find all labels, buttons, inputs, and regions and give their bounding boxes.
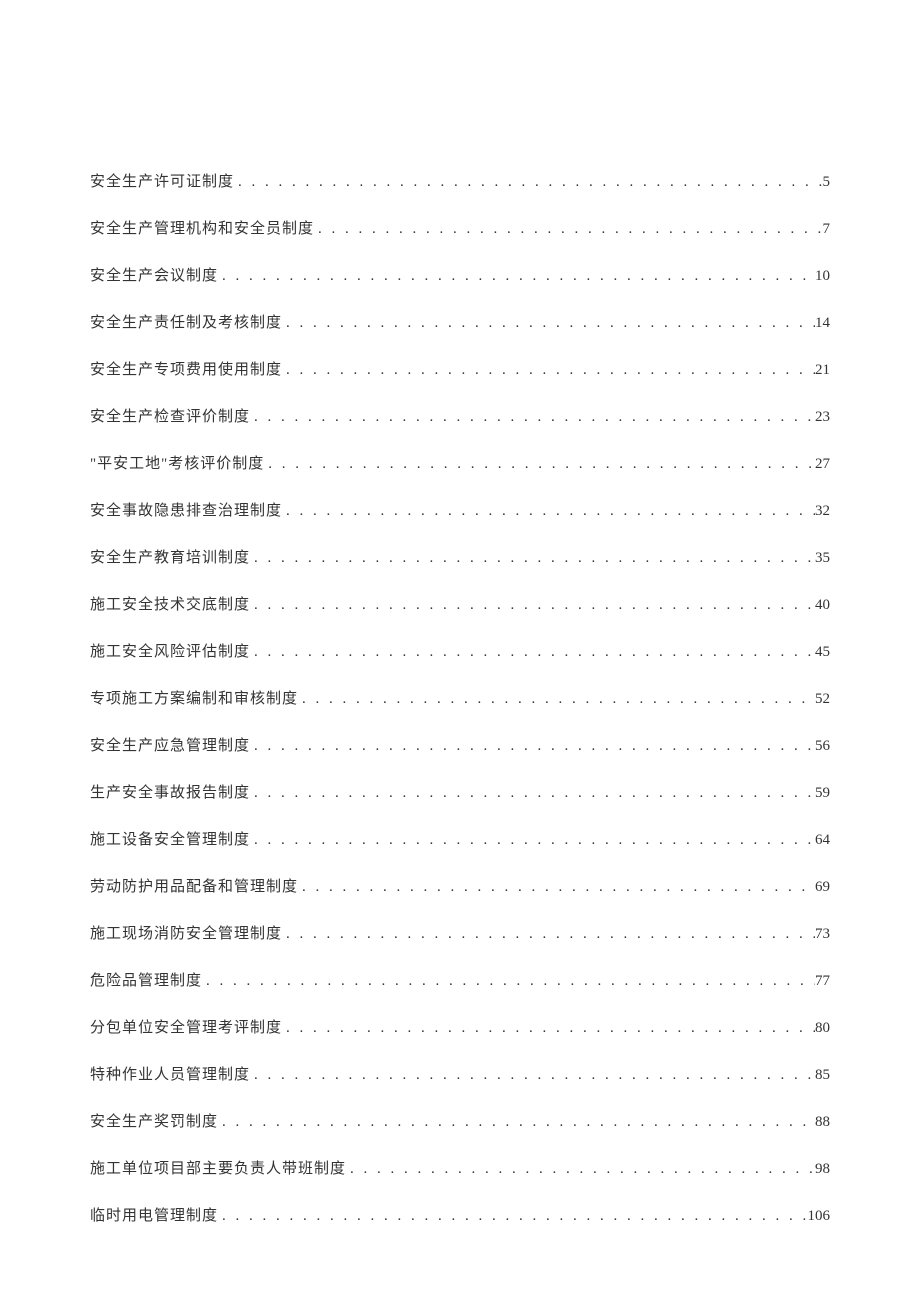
toc-entry-leader: . . . . . . . . . . . . . . . . . . . . … [264,456,815,473]
toc-entry: 安全生产许可证制度 . . . . . . . . . . . . . . . … [90,170,830,191]
toc-entry-leader: . . . . . . . . . . . . . . . . . . . . … [250,550,815,567]
toc-entry-title: 专项施工方案编制和审核制度 [90,687,298,708]
toc-entry: 生产安全事故报告制度 . . . . . . . . . . . . . . .… [90,781,830,802]
toc-entry-title: 安全事故隐患排查治理制度 [90,499,282,520]
toc-entry-title: 安全生产管理机构和安全员制度 [90,217,314,238]
toc-entry-leader: . . . . . . . . . . . . . . . . . . . . … [218,1208,807,1225]
toc-entry: 专项施工方案编制和审核制度 . . . . . . . . . . . . . … [90,687,830,708]
toc-entry-leader: . . . . . . . . . . . . . . . . . . . . … [218,268,815,285]
toc-entry: 安全生产应急管理制度 . . . . . . . . . . . . . . .… [90,734,830,755]
toc-entry: 施工现场消防安全管理制度 . . . . . . . . . . . . . .… [90,922,830,943]
toc-entry-page: 59 [815,785,830,802]
toc-entry-title: 施工单位项目部主要负责人带班制度 [90,1157,346,1178]
toc-entry-leader: . . . . . . . . . . . . . . . . . . . . … [314,221,822,238]
toc-entry-page: 5 [823,174,831,191]
toc-entry-leader: . . . . . . . . . . . . . . . . . . . . … [298,879,815,896]
toc-entry-title: 安全生产责任制及考核制度 [90,311,282,332]
toc-entry-title: 危险品管理制度 [90,969,202,990]
toc-entry: 安全生产会议制度 . . . . . . . . . . . . . . . .… [90,264,830,285]
toc-entry: 安全生产专项费用使用制度 . . . . . . . . . . . . . .… [90,358,830,379]
toc-entry-leader: . . . . . . . . . . . . . . . . . . . . … [346,1161,815,1178]
toc-entry: 特种作业人员管理制度 . . . . . . . . . . . . . . .… [90,1063,830,1084]
toc-entry-leader: . . . . . . . . . . . . . . . . . . . . … [250,597,815,614]
toc-entry-page: 27 [815,456,830,473]
toc-entry-title: 施工安全技术交底制度 [90,593,250,614]
toc-entry-title: 临时用电管理制度 [90,1204,218,1225]
toc-entry: 安全生产奖罚制度 . . . . . . . . . . . . . . . .… [90,1110,830,1131]
toc-entry-page: 85 [815,1067,830,1084]
toc-entry-page: 7 [823,221,831,238]
toc-entry-leader: . . . . . . . . . . . . . . . . . . . . … [250,409,815,426]
toc-entry: "平安工地"考核评价制度 . . . . . . . . . . . . . .… [90,452,830,473]
toc-entry-leader: . . . . . . . . . . . . . . . . . . . . … [282,926,815,943]
table-of-contents: 安全生产许可证制度 . . . . . . . . . . . . . . . … [90,170,830,1225]
toc-entry-page: 23 [815,409,830,426]
toc-entry-page: 64 [815,832,830,849]
toc-entry-leader: . . . . . . . . . . . . . . . . . . . . … [282,1020,815,1037]
toc-entry-page: 98 [815,1161,830,1178]
toc-entry-page: 80 [815,1020,830,1037]
toc-entry-leader: . . . . . . . . . . . . . . . . . . . . … [250,738,815,755]
toc-entry-leader: . . . . . . . . . . . . . . . . . . . . … [234,174,822,191]
toc-entry-leader: . . . . . . . . . . . . . . . . . . . . … [282,362,815,379]
toc-entry-title: 分包单位安全管理考评制度 [90,1016,282,1037]
toc-entry-title: 特种作业人员管理制度 [90,1063,250,1084]
toc-entry: 施工设备安全管理制度 . . . . . . . . . . . . . . .… [90,828,830,849]
toc-entry-page: 45 [815,644,830,661]
toc-entry: 施工安全技术交底制度 . . . . . . . . . . . . . . .… [90,593,830,614]
toc-entry-page: 14 [815,315,830,332]
toc-entry-leader: . . . . . . . . . . . . . . . . . . . . … [250,785,815,802]
toc-entry-leader: . . . . . . . . . . . . . . . . . . . . … [250,1067,815,1084]
toc-entry-leader: . . . . . . . . . . . . . . . . . . . . … [298,691,815,708]
toc-entry-leader: . . . . . . . . . . . . . . . . . . . . … [282,503,815,520]
toc-entry-leader: . . . . . . . . . . . . . . . . . . . . … [282,315,815,332]
toc-entry: 危险品管理制度 . . . . . . . . . . . . . . . . … [90,969,830,990]
toc-entry-leader: . . . . . . . . . . . . . . . . . . . . … [218,1114,815,1131]
toc-entry: 分包单位安全管理考评制度 . . . . . . . . . . . . . .… [90,1016,830,1037]
toc-entry-title: 安全生产奖罚制度 [90,1110,218,1131]
toc-entry-page: 35 [815,550,830,567]
toc-entry-page: 21 [815,362,830,379]
toc-entry-title: "平安工地"考核评价制度 [90,452,264,473]
toc-entry-leader: . . . . . . . . . . . . . . . . . . . . … [250,832,815,849]
toc-entry-page: 69 [815,879,830,896]
toc-entry: 安全事故隐患排查治理制度 . . . . . . . . . . . . . .… [90,499,830,520]
toc-entry-title: 安全生产会议制度 [90,264,218,285]
toc-entry-title: 安全生产应急管理制度 [90,734,250,755]
toc-entry-title: 生产安全事故报告制度 [90,781,250,802]
toc-entry-title: 安全生产检查评价制度 [90,405,250,426]
toc-entry-page: 40 [815,597,830,614]
toc-entry-page: 73 [815,926,830,943]
toc-entry: 临时用电管理制度 . . . . . . . . . . . . . . . .… [90,1204,830,1225]
toc-entry-page: 52 [815,691,830,708]
toc-entry: 施工单位项目部主要负责人带班制度 . . . . . . . . . . . .… [90,1157,830,1178]
toc-entry-page: 32 [815,503,830,520]
toc-entry-leader: . . . . . . . . . . . . . . . . . . . . … [202,973,815,990]
toc-entry: 安全生产教育培训制度 . . . . . . . . . . . . . . .… [90,546,830,567]
toc-entry: 安全生产管理机构和安全员制度 . . . . . . . . . . . . .… [90,217,830,238]
toc-entry-title: 劳动防护用品配备和管理制度 [90,875,298,896]
toc-entry-leader: . . . . . . . . . . . . . . . . . . . . … [250,644,815,661]
toc-entry-title: 施工现场消防安全管理制度 [90,922,282,943]
toc-entry: 施工安全风险评估制度 . . . . . . . . . . . . . . .… [90,640,830,661]
toc-entry: 安全生产检查评价制度 . . . . . . . . . . . . . . .… [90,405,830,426]
toc-entry: 安全生产责任制及考核制度 . . . . . . . . . . . . . .… [90,311,830,332]
toc-entry-page: 106 [808,1208,831,1225]
toc-entry-title: 安全生产许可证制度 [90,170,234,191]
toc-entry-title: 施工设备安全管理制度 [90,828,250,849]
toc-entry-title: 安全生产专项费用使用制度 [90,358,282,379]
toc-entry-page: 10 [815,268,830,285]
toc-entry-page: 77 [815,973,830,990]
toc-entry-page: 56 [815,738,830,755]
toc-entry-title: 安全生产教育培训制度 [90,546,250,567]
toc-entry: 劳动防护用品配备和管理制度 . . . . . . . . . . . . . … [90,875,830,896]
toc-entry-title: 施工安全风险评估制度 [90,640,250,661]
toc-entry-page: 88 [815,1114,830,1131]
